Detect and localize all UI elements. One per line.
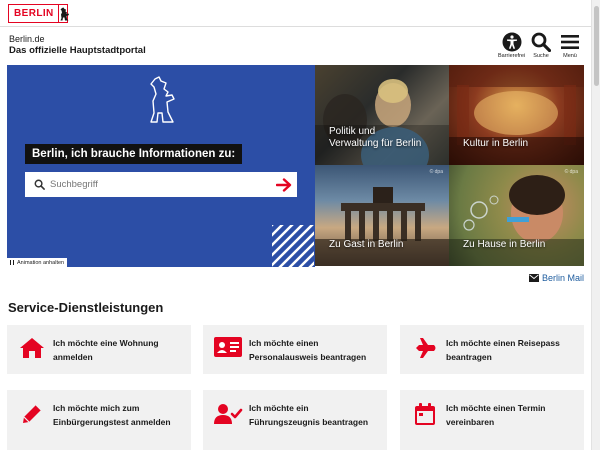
airplane-icon bbox=[408, 337, 442, 359]
search-submit-button[interactable] bbox=[271, 177, 297, 192]
service-label: Ich möchte einen Personalausweis beantra… bbox=[249, 338, 367, 362]
bear-icon bbox=[59, 5, 70, 22]
berlin-mail-label: Berlin Mail bbox=[541, 273, 584, 283]
accessibility-button[interactable]: Barrierefrei bbox=[498, 32, 525, 59]
tile-credit: © dpa bbox=[429, 169, 443, 175]
site-name[interactable]: Berlin.de bbox=[9, 34, 45, 44]
tile-zu-gast[interactable]: © dpa Zu Gast in Berlin bbox=[315, 165, 449, 266]
menu-label: Menü bbox=[563, 53, 577, 59]
user-check-icon bbox=[211, 402, 245, 426]
service-card-personalausweis[interactable]: Ich möchte einen Personalausweis beantra… bbox=[203, 325, 387, 374]
menu-button[interactable]: Menü bbox=[560, 32, 580, 59]
tile-politik-verwaltung[interactable]: Politik und Verwaltung für Berlin bbox=[315, 65, 449, 166]
site-subtitle: Das offizielle Hauptstadtportal bbox=[9, 45, 146, 56]
arrow-right-icon bbox=[276, 177, 292, 192]
service-card-termin[interactable]: Ich möchte einen Termin vereinbaren bbox=[400, 390, 584, 450]
tile-photo-office bbox=[315, 79, 449, 166]
search-input[interactable] bbox=[50, 172, 271, 197]
service-card-fuehrungszeugnis[interactable]: Ich möchte ein Führungszeugnis beantrage… bbox=[203, 390, 387, 450]
tile-zu-hause[interactable]: © dpa Zu Hause in Berlin bbox=[449, 165, 584, 266]
service-card-einbuergerungstest[interactable]: Ich möchte mich zum Einbürgerungstest an… bbox=[7, 390, 191, 450]
pencil-icon bbox=[15, 402, 49, 426]
envelope-icon bbox=[528, 274, 539, 282]
berlin-mail-link[interactable]: Berlin Mail bbox=[528, 273, 584, 283]
service-label: Ich möchte eine Wohnung anmelden bbox=[53, 338, 159, 362]
scrollbar-thumb[interactable] bbox=[594, 6, 599, 86]
id-card-icon bbox=[211, 337, 245, 357]
calendar-icon bbox=[408, 402, 442, 426]
hero-search-panel: Berlin, ich brauche Informationen zu: Su… bbox=[7, 65, 315, 267]
tile-kultur[interactable]: Kultur in Berlin bbox=[449, 65, 584, 166]
search-label: Suche bbox=[533, 53, 549, 59]
menu-icon bbox=[561, 35, 579, 49]
house-icon bbox=[15, 337, 49, 359]
bear-outline-icon bbox=[150, 76, 175, 123]
service-label: Ich möchte einen Reisepass beantragen bbox=[446, 338, 560, 362]
service-card-wohnung[interactable]: Ich möchte eine Wohnung anmelden bbox=[7, 325, 191, 374]
service-label: Ich möchte mich zum Einbürgerungstest an… bbox=[53, 403, 171, 427]
service-label: Ich möchte einen Termin vereinbaren bbox=[446, 403, 546, 427]
service-card-reisepass[interactable]: Ich möchte einen Reisepass beantragen bbox=[400, 325, 584, 374]
search-icon bbox=[531, 32, 551, 52]
page-scrollbar[interactable] bbox=[591, 0, 600, 450]
site-header: Berlin.de Das offizielle Hauptstadtporta… bbox=[0, 28, 591, 64]
search-box bbox=[25, 172, 297, 197]
services-heading: Service-Dienstleistungen bbox=[8, 300, 164, 315]
accessibility-label: Barrierefrei bbox=[498, 53, 526, 59]
tile-title: Zu Gast in Berlin bbox=[329, 239, 404, 250]
service-label: Ich möchte ein Führungszeugnis beantrage… bbox=[249, 403, 369, 427]
search-icon bbox=[28, 179, 50, 190]
tile-photo-theater bbox=[449, 65, 584, 166]
search-button[interactable]: Suche bbox=[531, 32, 551, 59]
tile-title: Politik und Verwaltung für Berlin bbox=[329, 126, 422, 149]
animation-toggle-label: Animation anhalten bbox=[17, 259, 65, 266]
logo-text: BERLIN bbox=[9, 5, 59, 22]
hero-label: Berlin, ich brauche Informationen zu: bbox=[25, 144, 243, 164]
top-bar: BERLIN bbox=[0, 0, 591, 27]
animation-toggle-button[interactable]: Animation anhalten bbox=[7, 258, 68, 267]
stripes-decoration bbox=[272, 225, 314, 267]
tile-title: Kultur in Berlin bbox=[463, 138, 529, 149]
berlin-logo[interactable]: BERLIN bbox=[8, 4, 70, 23]
tile-credit: © dpa bbox=[564, 169, 578, 175]
pause-icon bbox=[10, 260, 14, 265]
accessibility-icon bbox=[502, 32, 522, 52]
tile-title: Zu Hause in Berlin bbox=[463, 239, 546, 250]
